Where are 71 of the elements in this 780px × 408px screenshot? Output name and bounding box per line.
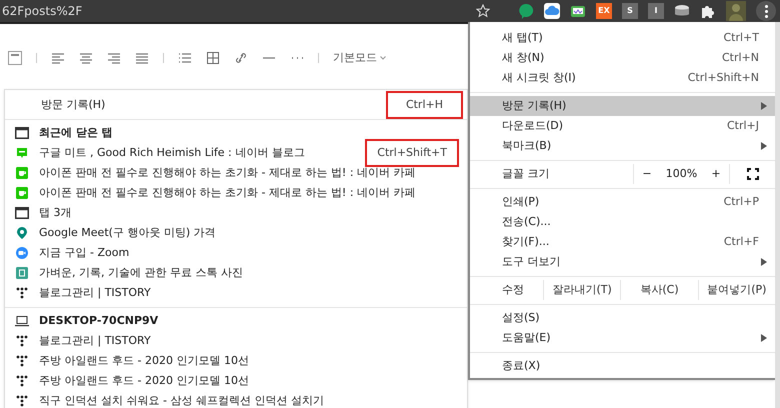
history-item[interactable]: 주방 아일랜드 후드 - 2020 인기모델 10선 — [5, 371, 467, 391]
menu-button[interactable] — [756, 1, 776, 21]
dots-icon — [16, 375, 28, 387]
link-icon[interactable] — [234, 52, 248, 64]
history-item[interactable]: 아이폰 판매 전 필수로 진행해야 하는 초기화 - 제대로 하는 법! : 네이버 카페 — [5, 183, 467, 203]
extension-icon[interactable]: S — [622, 3, 638, 19]
submenu-arrow-icon — [761, 334, 767, 342]
submenu-arrow-icon — [761, 142, 767, 150]
chat-bubble-icon[interactable] — [518, 3, 534, 19]
cup-icon — [16, 167, 28, 179]
star-icon[interactable] — [476, 4, 490, 18]
menu-item[interactable]: 새 창(N) Ctrl+N — [470, 48, 775, 68]
laptop-icon — [15, 315, 29, 327]
cloud-icon[interactable] — [544, 3, 560, 19]
text-style-icon[interactable] — [8, 51, 22, 65]
align-icon[interactable] — [51, 52, 65, 64]
zoom-out-button[interactable]: − — [634, 166, 660, 182]
menu-label: 수정 — [501, 282, 525, 298]
fullscreen-icon — [746, 168, 758, 180]
envelope-icon[interactable] — [570, 3, 586, 19]
window-icon — [15, 207, 29, 219]
speech-bubble-icon — [16, 147, 28, 159]
menu-item[interactable]: 새 탭(T) Ctrl+T — [470, 28, 775, 48]
chevron-down-icon — [380, 56, 386, 60]
shortcut-text: Ctrl+H — [386, 90, 463, 120]
history-item[interactable]: 블로그관리 | TISTORY — [5, 331, 467, 351]
menu-item[interactable]: 도구 더보기 — [470, 252, 775, 272]
align-icon[interactable] — [79, 52, 93, 64]
menu-button[interactable]: 복사(C) — [620, 280, 698, 300]
menu-item[interactable]: 북마크(B) — [470, 136, 775, 156]
shortcut-text: Ctrl+Shift+T — [365, 138, 459, 168]
submenu-arrow-icon — [761, 258, 767, 266]
submenu-arrow-icon — [761, 102, 767, 110]
menu-label: 글꼴 크기 — [501, 166, 550, 182]
location-pin-icon — [16, 227, 28, 239]
menu-item[interactable]: 설정(S) — [470, 308, 775, 328]
zoom-level: 100% — [664, 166, 698, 182]
list-icon[interactable] — [178, 52, 192, 64]
extension-icon[interactable]: I — [648, 3, 664, 19]
dots-icon — [16, 395, 28, 407]
photo-icon — [16, 267, 28, 279]
video-camera-icon — [16, 247, 28, 259]
menu-item[interactable]: 전송(C)... — [470, 212, 775, 232]
menu-button[interactable]: 잘라내기(T) — [543, 280, 620, 300]
dots-icon — [16, 335, 28, 347]
window-icon — [15, 127, 29, 139]
menu-item[interactable]: 새 시크릿 창(I) Ctrl+Shift+N — [470, 68, 775, 88]
history-item[interactable]: 주방 아일랜드 후드 - 2020 인기모델 10선 — [5, 351, 467, 371]
dots-icon — [16, 287, 28, 299]
history-item[interactable]: 블로그관리 | TISTORY — [5, 283, 467, 303]
history-item[interactable]: 직구 인덕션 설치 쉬워요 - 삼성 쉐프컬렉션 인덕션 설치기 — [5, 391, 467, 408]
history-item[interactable]: 가벼운, 기록, 기술에 관한 무료 스톡 사진 — [5, 263, 467, 283]
dots-icon — [16, 355, 28, 367]
menu-item[interactable]: 다운로드(D) Ctrl+J — [470, 116, 775, 136]
cup-icon — [16, 187, 28, 199]
address-bar-text[interactable]: 62Fposts%2F — [0, 2, 82, 20]
table-icon[interactable] — [206, 52, 220, 64]
menu-item[interactable]: 방문 기록(H) — [470, 96, 775, 116]
history-item[interactable]: 지금 구입 - Zoom — [5, 243, 467, 263]
mode-dropdown[interactable]: 기본모드 — [333, 50, 386, 66]
history-group-heading: DESKTOP-70CNP9V — [5, 311, 467, 331]
menu-item[interactable]: 인쇄(P) Ctrl+P — [470, 192, 775, 212]
align-icon[interactable] — [135, 52, 149, 64]
menu-item[interactable]: 찾기(F)... Ctrl+F — [470, 232, 775, 252]
history-item[interactable]: Google Meet(구 행아웃 미팅) 가격 — [5, 223, 467, 243]
puzzle-icon[interactable] — [700, 3, 716, 19]
history-item[interactable]: 탭 3개 — [5, 203, 467, 223]
align-icon[interactable] — [107, 52, 121, 64]
menu-item[interactable]: 종료(X) — [470, 356, 775, 376]
menu-item[interactable]: 도움말(E) — [470, 328, 775, 348]
zoom-in-button[interactable]: + — [703, 166, 729, 182]
